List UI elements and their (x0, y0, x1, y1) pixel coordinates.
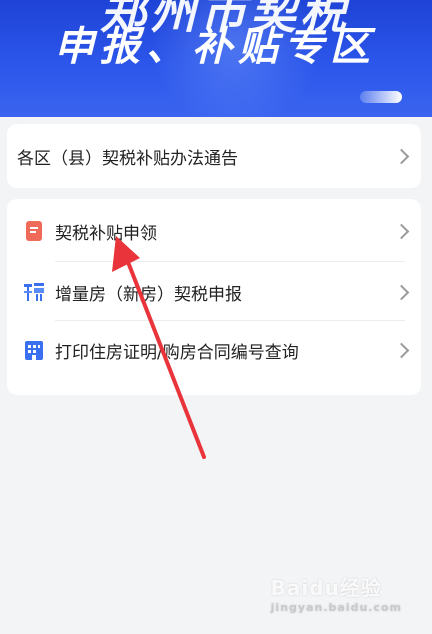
annotation-arrow (112, 236, 206, 459)
watermark-sub: jingyan.baidu.com (270, 601, 402, 614)
watermark-text: Baidu经验 (270, 576, 382, 600)
watermark: Baidu经验 jingyan.baidu.com (271, 572, 402, 614)
